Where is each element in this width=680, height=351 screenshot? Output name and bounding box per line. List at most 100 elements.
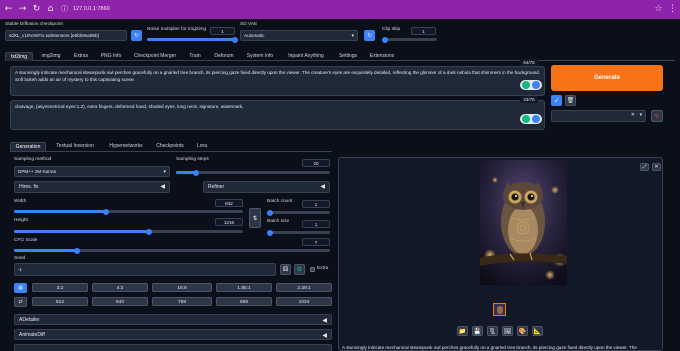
size-512-button[interactable]: 512 xyxy=(32,297,88,306)
size-896-button[interactable]: 896 xyxy=(216,297,272,306)
swap-dimensions-button[interactable]: ⇅ xyxy=(249,208,261,228)
sampling-steps-thumb[interactable] xyxy=(193,169,200,176)
fullscreen-button[interactable]: ⤢ xyxy=(640,163,649,171)
cfg-scale-input[interactable]: 7 xyxy=(302,238,330,246)
send-to-inpaint-button[interactable]: 🎨 xyxy=(517,326,528,336)
tab-generation[interactable]: Generation xyxy=(10,142,46,151)
refiner-accordion[interactable]: Refiner ◀ xyxy=(203,181,330,193)
clip-skip-slider[interactable] xyxy=(382,36,437,43)
height-thumb[interactable] xyxy=(146,228,153,235)
generated-image[interactable] xyxy=(480,160,567,285)
sampling-steps-slider[interactable] xyxy=(176,169,330,176)
send-to-img2img-button[interactable]: 🖼 xyxy=(502,326,513,336)
generate-button[interactable]: Generate xyxy=(551,65,663,91)
styles-select[interactable]: ✕ ▾ xyxy=(551,110,646,122)
negative-prompt-text: cleavage, (asymmetrical eyes:1.2), extra… xyxy=(15,104,244,109)
hires-fix-accordion[interactable]: Hires. fix ◀ xyxy=(14,181,170,193)
height-slider[interactable] xyxy=(14,228,243,235)
thumbnail-selected[interactable] xyxy=(493,303,506,316)
noise-label: Noise multiplier for img2img xyxy=(147,27,207,32)
animatediff-accordion[interactable]: AnimateDiff ◀ xyxy=(14,329,332,340)
tab-png-info[interactable]: PNG Info xyxy=(96,52,126,61)
reload-icon[interactable]: ↻ xyxy=(31,4,42,15)
back-icon[interactable]: ← xyxy=(3,4,14,15)
width-input[interactable]: 832 xyxy=(215,199,243,207)
tab-settings[interactable]: Settings xyxy=(334,52,362,61)
clip-skip-input[interactable]: 1 xyxy=(411,27,436,35)
cfg-scale-thumb[interactable] xyxy=(74,247,81,254)
calculator-button[interactable]: ▦ xyxy=(14,283,27,293)
refresh-vae-button[interactable]: ↻ xyxy=(364,30,375,41)
sampling-steps-input[interactable]: 20 xyxy=(302,159,330,167)
height-input[interactable]: 1216 xyxy=(215,218,243,226)
batch-size-slider[interactable] xyxy=(267,229,330,236)
size-768-button[interactable]: 768 xyxy=(152,297,212,306)
tab-extras[interactable]: Extras xyxy=(69,52,93,61)
cfg-scale-slider[interactable] xyxy=(14,247,330,254)
batch-size-thumb[interactable] xyxy=(267,229,273,236)
ratio-4-3-button[interactable]: 4:3 xyxy=(92,283,148,292)
zip-button[interactable]: 🗜 xyxy=(487,326,498,336)
random-seed-button[interactable]: ⚄ xyxy=(280,264,291,275)
batch-count-slider[interactable] xyxy=(267,209,330,216)
ratio-16-9-button[interactable]: 16:9 xyxy=(152,283,212,292)
sampling-method-select[interactable]: DPM++ 2M Karras ▾ xyxy=(14,166,170,177)
ratio-2-39-button[interactable]: 2.39:1 xyxy=(276,283,332,292)
checkpoint-select[interactable]: sdXL_v10VAEFix.safetensors [e6bb9ea85b] xyxy=(5,30,127,41)
paste-params-button[interactable]: ↙ xyxy=(551,95,562,106)
noise-input[interactable]: 1 xyxy=(210,27,235,35)
star-icon[interactable]: ☆ xyxy=(653,4,664,15)
negative-prompt[interactable]: cleavage, (asymmetrical eyes:1.2), extra… xyxy=(10,100,545,130)
home-icon[interactable]: ⌂ xyxy=(45,4,56,15)
positive-prompt[interactable]: A stunningly intricate mechanical steamp… xyxy=(10,66,545,96)
more-accordion[interactable] xyxy=(14,344,332,351)
vae-select[interactable]: Automatic ▾ xyxy=(240,30,358,41)
batch-count-input[interactable]: 1 xyxy=(302,200,330,208)
positive-prompt-tools[interactable] xyxy=(520,80,542,90)
negative-prompt-tools[interactable] xyxy=(520,114,542,124)
collapse-triangle-icon: ◀ xyxy=(160,183,165,190)
adetailer-accordion[interactable]: ADetailer ◀ xyxy=(14,314,332,325)
tab-hypernetworks[interactable]: Hypernetworks xyxy=(104,142,148,151)
clip-skip-slider-thumb[interactable] xyxy=(382,36,388,43)
tab-textual-inversion[interactable]: Textual Inversion xyxy=(50,142,100,151)
tab-txt2img[interactable]: txt2img xyxy=(5,52,33,61)
size-640-button[interactable]: 640 xyxy=(92,297,148,306)
noise-slider[interactable] xyxy=(147,36,238,43)
open-folder-button[interactable]: 📁 xyxy=(457,326,468,336)
batch-count-thumb[interactable] xyxy=(267,209,273,216)
tab-extensions[interactable]: Extensions xyxy=(365,52,399,61)
tab-checkpoints[interactable]: Checkpoints xyxy=(152,142,188,151)
edit-styles-button[interactable]: ✎ xyxy=(651,110,663,122)
tab-inpaint-anything[interactable]: Inpaint Anything xyxy=(281,52,331,61)
width-thumb[interactable] xyxy=(102,208,109,215)
positive-token-counter: 64/75 xyxy=(520,59,538,66)
ratio-1-85-button[interactable]: 1.85:1 xyxy=(216,283,272,292)
tab-img2img[interactable]: img2img xyxy=(36,52,66,61)
seed-input[interactable]: -1 xyxy=(14,263,276,276)
refresh-checkpoint-button[interactable]: ↻ xyxy=(131,30,142,41)
cfg-scale-label: CFG Scale xyxy=(14,238,38,243)
send-to-extras-button[interactable]: 📐 xyxy=(532,326,543,336)
width-slider[interactable] xyxy=(14,208,243,215)
swap-orientation-button[interactable]: ⇄ xyxy=(14,297,27,307)
size-1024-button[interactable]: 1024 xyxy=(276,297,332,306)
tab-system-info[interactable]: System Info xyxy=(242,52,278,61)
clear-icon[interactable]: ✕ xyxy=(631,112,635,118)
close-preview-button[interactable]: ✕ xyxy=(652,163,661,171)
tab-checkpoint-merger[interactable]: Checkpoint Merger xyxy=(129,52,181,61)
trash-button[interactable]: 🗑 xyxy=(565,95,576,106)
tab-train[interactable]: Train xyxy=(184,52,206,61)
tab-deforum[interactable]: Deforum xyxy=(209,52,239,61)
reuse-seed-button[interactable]: ♻ xyxy=(294,264,305,275)
address-bar[interactable]: 127.0.0.1:7860 xyxy=(73,4,663,15)
save-button[interactable]: 💾 xyxy=(472,326,483,336)
tab-lora[interactable]: Lora xyxy=(192,142,212,151)
ratio-3-2-button[interactable]: 3:2 xyxy=(32,283,88,292)
info-icon[interactable]: ⓘ xyxy=(59,4,70,15)
noise-slider-thumb[interactable] xyxy=(232,36,238,43)
forward-icon[interactable]: → xyxy=(17,4,28,15)
batch-size-input[interactable]: 1 xyxy=(302,220,330,228)
extra-checkbox[interactable] xyxy=(310,267,315,272)
menu-icon[interactable]: ⋮ xyxy=(667,4,678,15)
